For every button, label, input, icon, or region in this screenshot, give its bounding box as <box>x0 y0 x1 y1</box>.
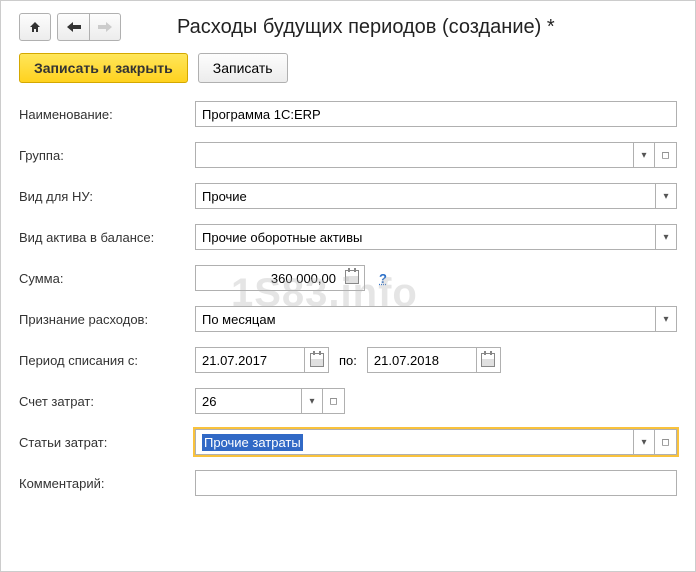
help-icon[interactable]: ? <box>379 271 387 286</box>
save-button[interactable]: Записать <box>198 53 288 83</box>
calendar-icon <box>481 353 495 367</box>
arrow-right-icon <box>98 22 112 32</box>
home-button[interactable] <box>19 13 51 41</box>
group-input[interactable] <box>195 142 633 168</box>
cost-items-open-button[interactable]: ◻ <box>655 429 677 455</box>
home-icon <box>28 20 42 34</box>
chevron-down-icon: ▾ <box>309 396 314 407</box>
group-label: Группа: <box>19 148 189 163</box>
tax-type-dropdown-button[interactable]: ▾ <box>655 183 677 209</box>
tax-type-input[interactable] <box>195 183 655 209</box>
asset-type-label: Вид актива в балансе: <box>19 230 189 245</box>
cost-account-open-button[interactable]: ◻ <box>323 388 345 414</box>
group-dropdown-button[interactable]: ▾ <box>633 142 655 168</box>
comment-label: Комментарий: <box>19 476 189 491</box>
save-close-button[interactable]: Записать и закрыть <box>19 53 188 83</box>
chevron-down-icon: ▾ <box>663 314 668 325</box>
cost-items-input[interactable]: Прочие затраты <box>195 429 633 455</box>
period-to-label: по: <box>339 353 357 368</box>
period-from-label: Период списания с: <box>19 353 189 368</box>
period-to-input[interactable] <box>367 347 477 373</box>
cost-account-label: Счет затрат: <box>19 394 189 409</box>
cost-account-input[interactable] <box>195 388 301 414</box>
open-icon: ◻ <box>661 150 669 161</box>
cost-items-dropdown-button[interactable]: ▾ <box>633 429 655 455</box>
open-icon: ◻ <box>329 396 337 407</box>
page-title: Расходы будущих периодов (создание) * <box>177 16 555 39</box>
sum-input[interactable] <box>195 265 365 291</box>
chevron-down-icon: ▾ <box>641 437 646 448</box>
recognition-dropdown-button[interactable]: ▾ <box>655 306 677 332</box>
sum-label: Сумма: <box>19 271 189 286</box>
recognition-input[interactable] <box>195 306 655 332</box>
chevron-down-icon: ▾ <box>663 191 668 202</box>
cost-account-dropdown-button[interactable]: ▾ <box>301 388 323 414</box>
calendar-icon <box>310 353 324 367</box>
chevron-down-icon: ▾ <box>663 232 668 243</box>
name-label: Наименование: <box>19 107 189 122</box>
cost-items-label: Статьи затрат: <box>19 435 189 450</box>
tax-type-label: Вид для НУ: <box>19 189 189 204</box>
chevron-down-icon: ▾ <box>641 150 646 161</box>
period-from-calendar-button[interactable] <box>305 347 329 373</box>
period-from-input[interactable] <box>195 347 305 373</box>
comment-input[interactable] <box>195 470 677 496</box>
back-button[interactable] <box>57 13 89 41</box>
forward-button[interactable] <box>89 13 121 41</box>
period-to-calendar-button[interactable] <box>477 347 501 373</box>
recognition-label: Признание расходов: <box>19 312 189 327</box>
group-open-button[interactable]: ◻ <box>655 142 677 168</box>
name-input[interactable] <box>195 101 677 127</box>
asset-type-input[interactable] <box>195 224 655 250</box>
arrow-left-icon <box>67 22 81 32</box>
asset-type-dropdown-button[interactable]: ▾ <box>655 224 677 250</box>
open-icon: ◻ <box>661 437 669 448</box>
